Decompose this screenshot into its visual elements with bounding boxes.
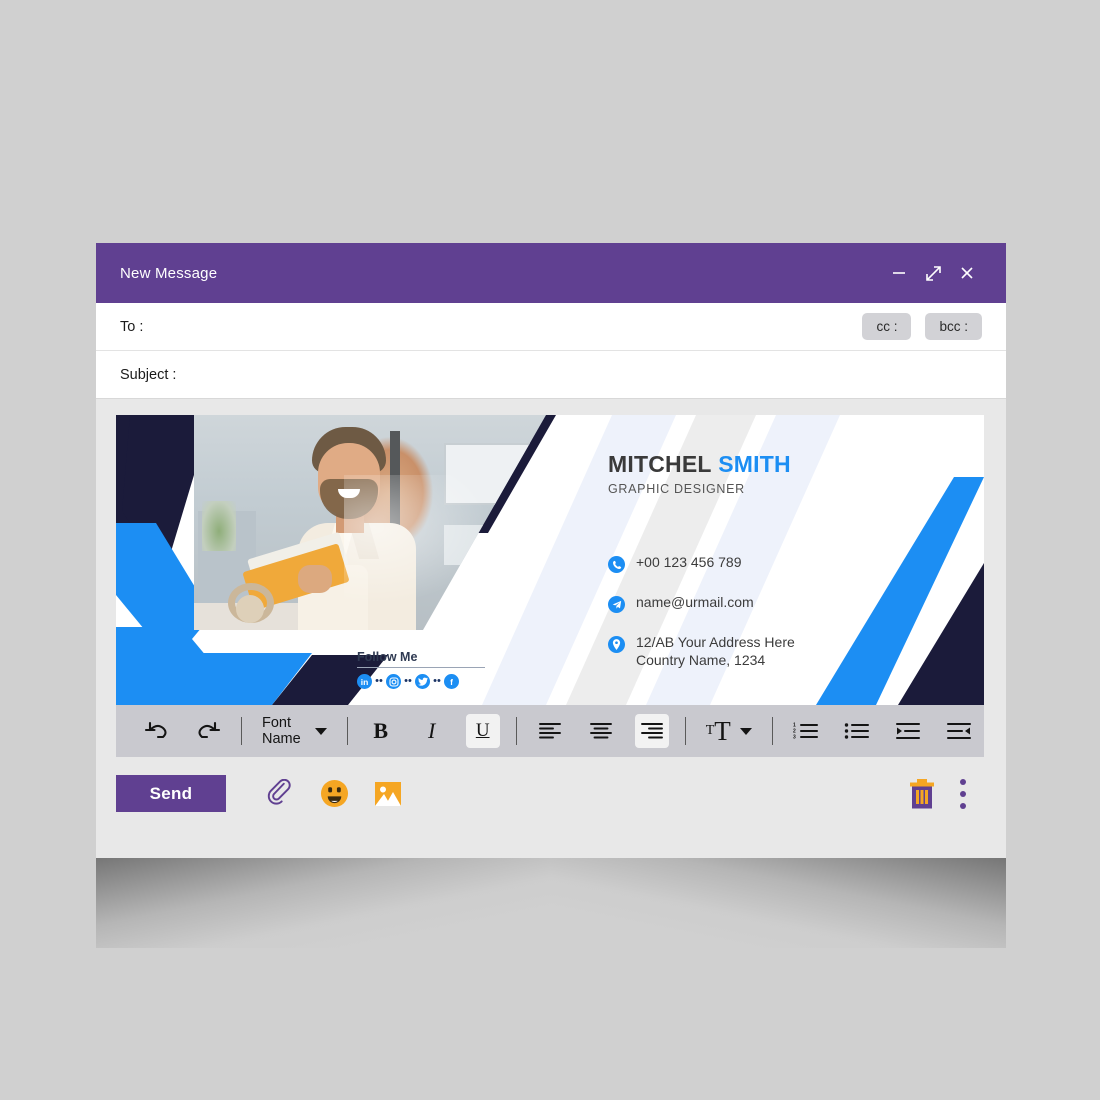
italic-button[interactable]: I bbox=[415, 714, 449, 748]
signature-text-block: MITCHEL SMITH GRAPHIC DESIGNER +00 123 4… bbox=[608, 451, 908, 669]
underline-button[interactable]: U bbox=[465, 714, 500, 748]
signature-email: name@urmail.com bbox=[636, 594, 754, 610]
signature-address: 12/AB Your Address Here Country Name, 12… bbox=[636, 634, 795, 669]
more-dot-3 bbox=[960, 802, 966, 809]
signature-phone: +00 123 456 789 bbox=[636, 554, 742, 570]
address-line-2: Country Name, 1234 bbox=[636, 651, 766, 668]
to-label: To : bbox=[120, 318, 144, 335]
font-name-label: Font Name bbox=[262, 715, 301, 747]
message-body-area: Follow Me in •• •• •• f MITCHEL SMITH GR… bbox=[96, 399, 1006, 757]
font-name-dropdown[interactable]: Font Name bbox=[258, 711, 331, 751]
signature-role: GRAPHIC DESIGNER bbox=[608, 482, 745, 496]
social-connector-1: •• bbox=[375, 675, 383, 687]
more-dot-2 bbox=[960, 790, 966, 797]
subject-input[interactable] bbox=[184, 350, 982, 399]
expand-icon[interactable] bbox=[916, 256, 950, 290]
signature-last-name: SMITH bbox=[718, 451, 791, 477]
chevron-down-icon bbox=[739, 727, 752, 735]
compose-email-window: New Message To : cc : bcc : Subject : Fo… bbox=[96, 243, 1006, 858]
to-input[interactable] bbox=[151, 302, 849, 351]
bullet-list-icon[interactable] bbox=[840, 714, 874, 748]
more-options-icon[interactable] bbox=[952, 774, 974, 814]
align-center-icon[interactable] bbox=[584, 714, 618, 748]
window-title: New Message bbox=[120, 264, 218, 282]
font-size-small-label: T bbox=[705, 723, 715, 738]
phone-icon bbox=[608, 556, 625, 573]
social-links-row: in •• •• •• f bbox=[357, 674, 491, 689]
facebook-icon[interactable]: f bbox=[444, 674, 459, 689]
signature-email-row: name@urmail.com bbox=[608, 594, 908, 613]
font-size-big-label: T bbox=[714, 716, 731, 746]
follow-me-label: Follow Me bbox=[357, 650, 485, 668]
shadow-right bbox=[551, 856, 1006, 948]
formatting-toolbar: Font Name B I U T T 1 2 3 bbox=[116, 705, 984, 757]
linkedin-icon[interactable]: in bbox=[357, 674, 372, 689]
social-connector-3: •• bbox=[433, 675, 441, 687]
more-dot-1 bbox=[960, 778, 966, 785]
location-pin-icon bbox=[608, 636, 625, 653]
undo-icon[interactable] bbox=[140, 714, 174, 748]
align-right-icon[interactable] bbox=[634, 714, 669, 748]
chevron-down-icon bbox=[314, 727, 327, 735]
email-signature-banner: Follow Me in •• •• •• f MITCHEL SMITH GR… bbox=[116, 415, 984, 705]
shadow-left bbox=[96, 856, 551, 948]
subject-field-row: Subject : bbox=[96, 350, 1006, 399]
bold-label: B bbox=[373, 718, 389, 743]
cc-button[interactable]: cc : bbox=[862, 313, 912, 340]
signature-name: MITCHEL SMITH bbox=[608, 451, 908, 478]
social-connector-2: •• bbox=[404, 675, 412, 687]
bold-button[interactable]: B bbox=[364, 714, 398, 748]
to-field-row: To : cc : bcc : bbox=[96, 302, 1006, 351]
subject-label: Subject : bbox=[120, 366, 177, 383]
bcc-button[interactable]: bcc : bbox=[925, 313, 982, 340]
facebook-glyph: f bbox=[450, 676, 453, 687]
send-telegram-icon bbox=[608, 596, 625, 613]
signature-phone-row: +00 123 456 789 bbox=[608, 554, 908, 573]
close-icon[interactable] bbox=[950, 256, 984, 290]
signature-address-row: 12/AB Your Address Here Country Name, 12… bbox=[608, 634, 908, 669]
send-button[interactable]: Send bbox=[116, 775, 226, 812]
window-drop-shadow bbox=[96, 856, 1006, 948]
svg-text:3: 3 bbox=[793, 735, 796, 740]
emoji-icon[interactable] bbox=[314, 774, 354, 814]
minimize-icon[interactable] bbox=[882, 256, 916, 290]
trash-icon[interactable] bbox=[902, 774, 942, 814]
twitter-icon[interactable] bbox=[415, 674, 430, 689]
compose-action-bar: Send bbox=[96, 757, 1006, 830]
signature-first-name: MITCHEL bbox=[608, 451, 712, 477]
redo-icon[interactable] bbox=[191, 714, 225, 748]
align-left-icon[interactable] bbox=[533, 714, 567, 748]
numbered-list-icon[interactable]: 1 2 3 bbox=[789, 714, 823, 748]
image-icon[interactable] bbox=[368, 774, 408, 814]
outdent-icon[interactable] bbox=[942, 714, 976, 748]
linkedin-glyph: in bbox=[360, 676, 369, 687]
address-line-1: 12/AB Your Address Here bbox=[636, 634, 795, 650]
indent-icon[interactable] bbox=[891, 714, 925, 748]
instagram-icon[interactable] bbox=[386, 674, 401, 689]
window-title-bar: New Message bbox=[96, 243, 1006, 303]
underline-label: U bbox=[475, 720, 490, 741]
font-size-dropdown[interactable]: T T bbox=[702, 716, 756, 746]
attach-icon[interactable] bbox=[260, 774, 300, 814]
follow-me-block: Follow Me in •• •• •• f bbox=[357, 650, 491, 689]
italic-label: I bbox=[428, 718, 436, 743]
